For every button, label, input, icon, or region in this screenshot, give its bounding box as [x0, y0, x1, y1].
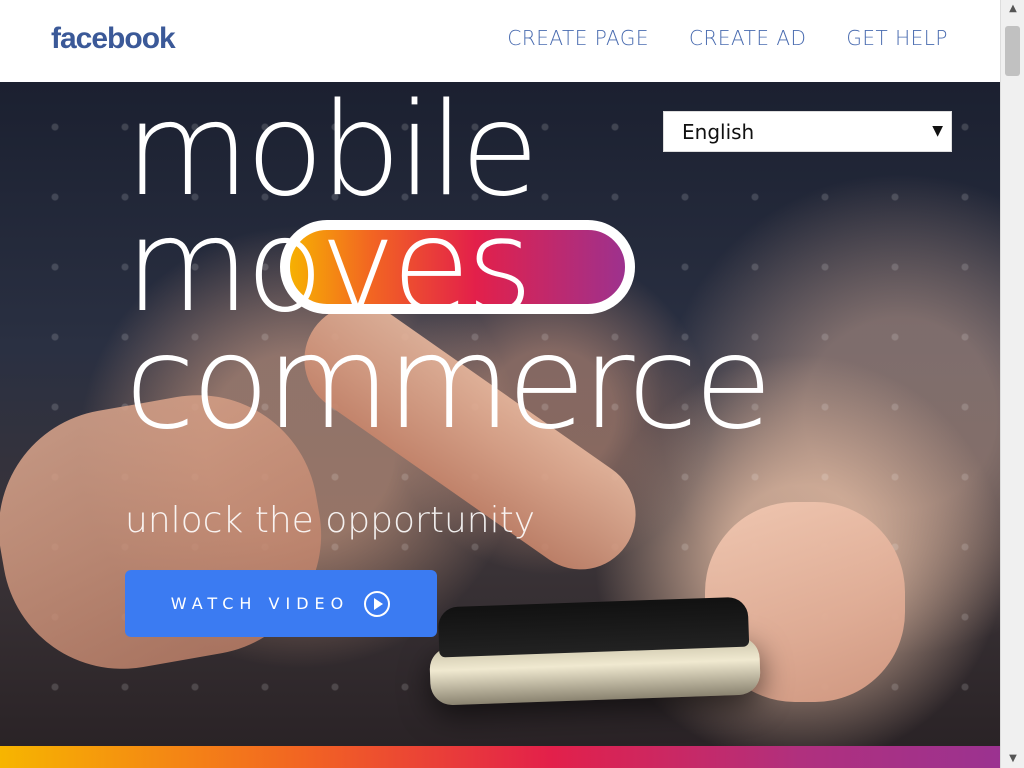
nav-create-ad[interactable]: CREATE AD	[689, 26, 806, 50]
watch-video-button[interactable]: WATCH VIDEO	[125, 570, 437, 637]
scroll-down-icon[interactable]: ▼	[1001, 750, 1024, 768]
tagline: unlock the opportunity	[125, 500, 535, 541]
facebook-logo[interactable]: facebook	[51, 22, 176, 56]
scroll-thumb[interactable]	[1005, 26, 1020, 76]
hero-banner: mobile moves commerce unlock the opportu…	[0, 82, 1000, 746]
nav-get-help[interactable]: GET HELP	[846, 26, 948, 50]
nav-create-page[interactable]: CREATE PAGE	[507, 26, 649, 50]
top-nav: CREATE PAGE CREATE AD GET HELP	[507, 26, 948, 50]
gradient-bar	[0, 746, 1000, 768]
play-circle-icon	[364, 590, 391, 617]
language-select[interactable]: English ▼	[663, 111, 952, 152]
phone-image	[429, 636, 761, 706]
chevron-down-icon: ▼	[932, 123, 943, 139]
watch-video-label: WATCH VIDEO	[170, 594, 350, 613]
headline-line-commerce: commerce	[125, 309, 769, 442]
scroll-up-icon[interactable]: ▲	[1001, 0, 1024, 18]
scrollbar[interactable]: ▲ ▼	[1000, 0, 1024, 768]
site-header: facebook CREATE PAGE CREATE AD GET HELP	[0, 0, 1000, 82]
language-select-value: English	[682, 119, 755, 144]
